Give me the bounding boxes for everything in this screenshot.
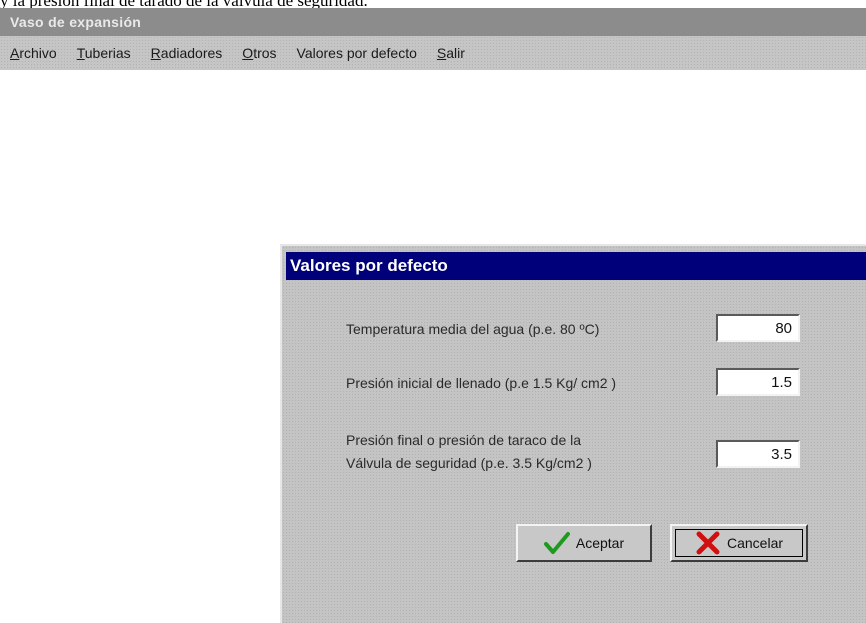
final-pressure-input[interactable] [716,440,800,468]
menu-otros[interactable]: Otros [242,45,276,61]
initial-pressure-input[interactable] [716,368,800,396]
water-temperature-label: Temperatura media del agua (p.e. 80 ºC) [346,321,600,337]
final-pressure-label-line2: Válvula de seguridad (p.e. 3.5 Kg/cm2 ) [346,455,592,471]
initial-pressure-label: Presión inicial de llenado (p.e 1.5 Kg/ … [346,375,617,391]
menu-salir[interactable]: Salir [437,45,465,61]
checkmark-icon [543,531,570,555]
final-pressure-label-line1: Presión final o presión de taraco de la [346,432,582,448]
cancel-button[interactable]: Cancelar [670,524,808,562]
cancel-button-label: Cancelar [726,535,784,551]
menu-radiadores[interactable]: Radiadores [151,45,223,61]
accept-button-label: Aceptar [575,535,625,551]
menu-bar: Archivo Tuberias Radiadores Otros Valore… [0,36,866,70]
dialog-title: Valores por defecto [286,252,866,280]
x-icon [695,531,721,555]
menu-tuberias[interactable]: Tuberias [77,45,131,61]
accept-button[interactable]: Aceptar [516,524,652,562]
app-title-bar: Vaso de expansión [0,8,866,36]
page-caption-text: y la presión final de tarado de la válvu… [0,0,866,8]
menu-valores-por-defecto[interactable]: Valores por defecto [297,45,417,61]
menu-archivo[interactable]: Archivo [10,45,57,61]
defaults-dialog: Valores por defecto Temperatura media de… [280,244,866,623]
water-temperature-input[interactable] [716,314,800,342]
